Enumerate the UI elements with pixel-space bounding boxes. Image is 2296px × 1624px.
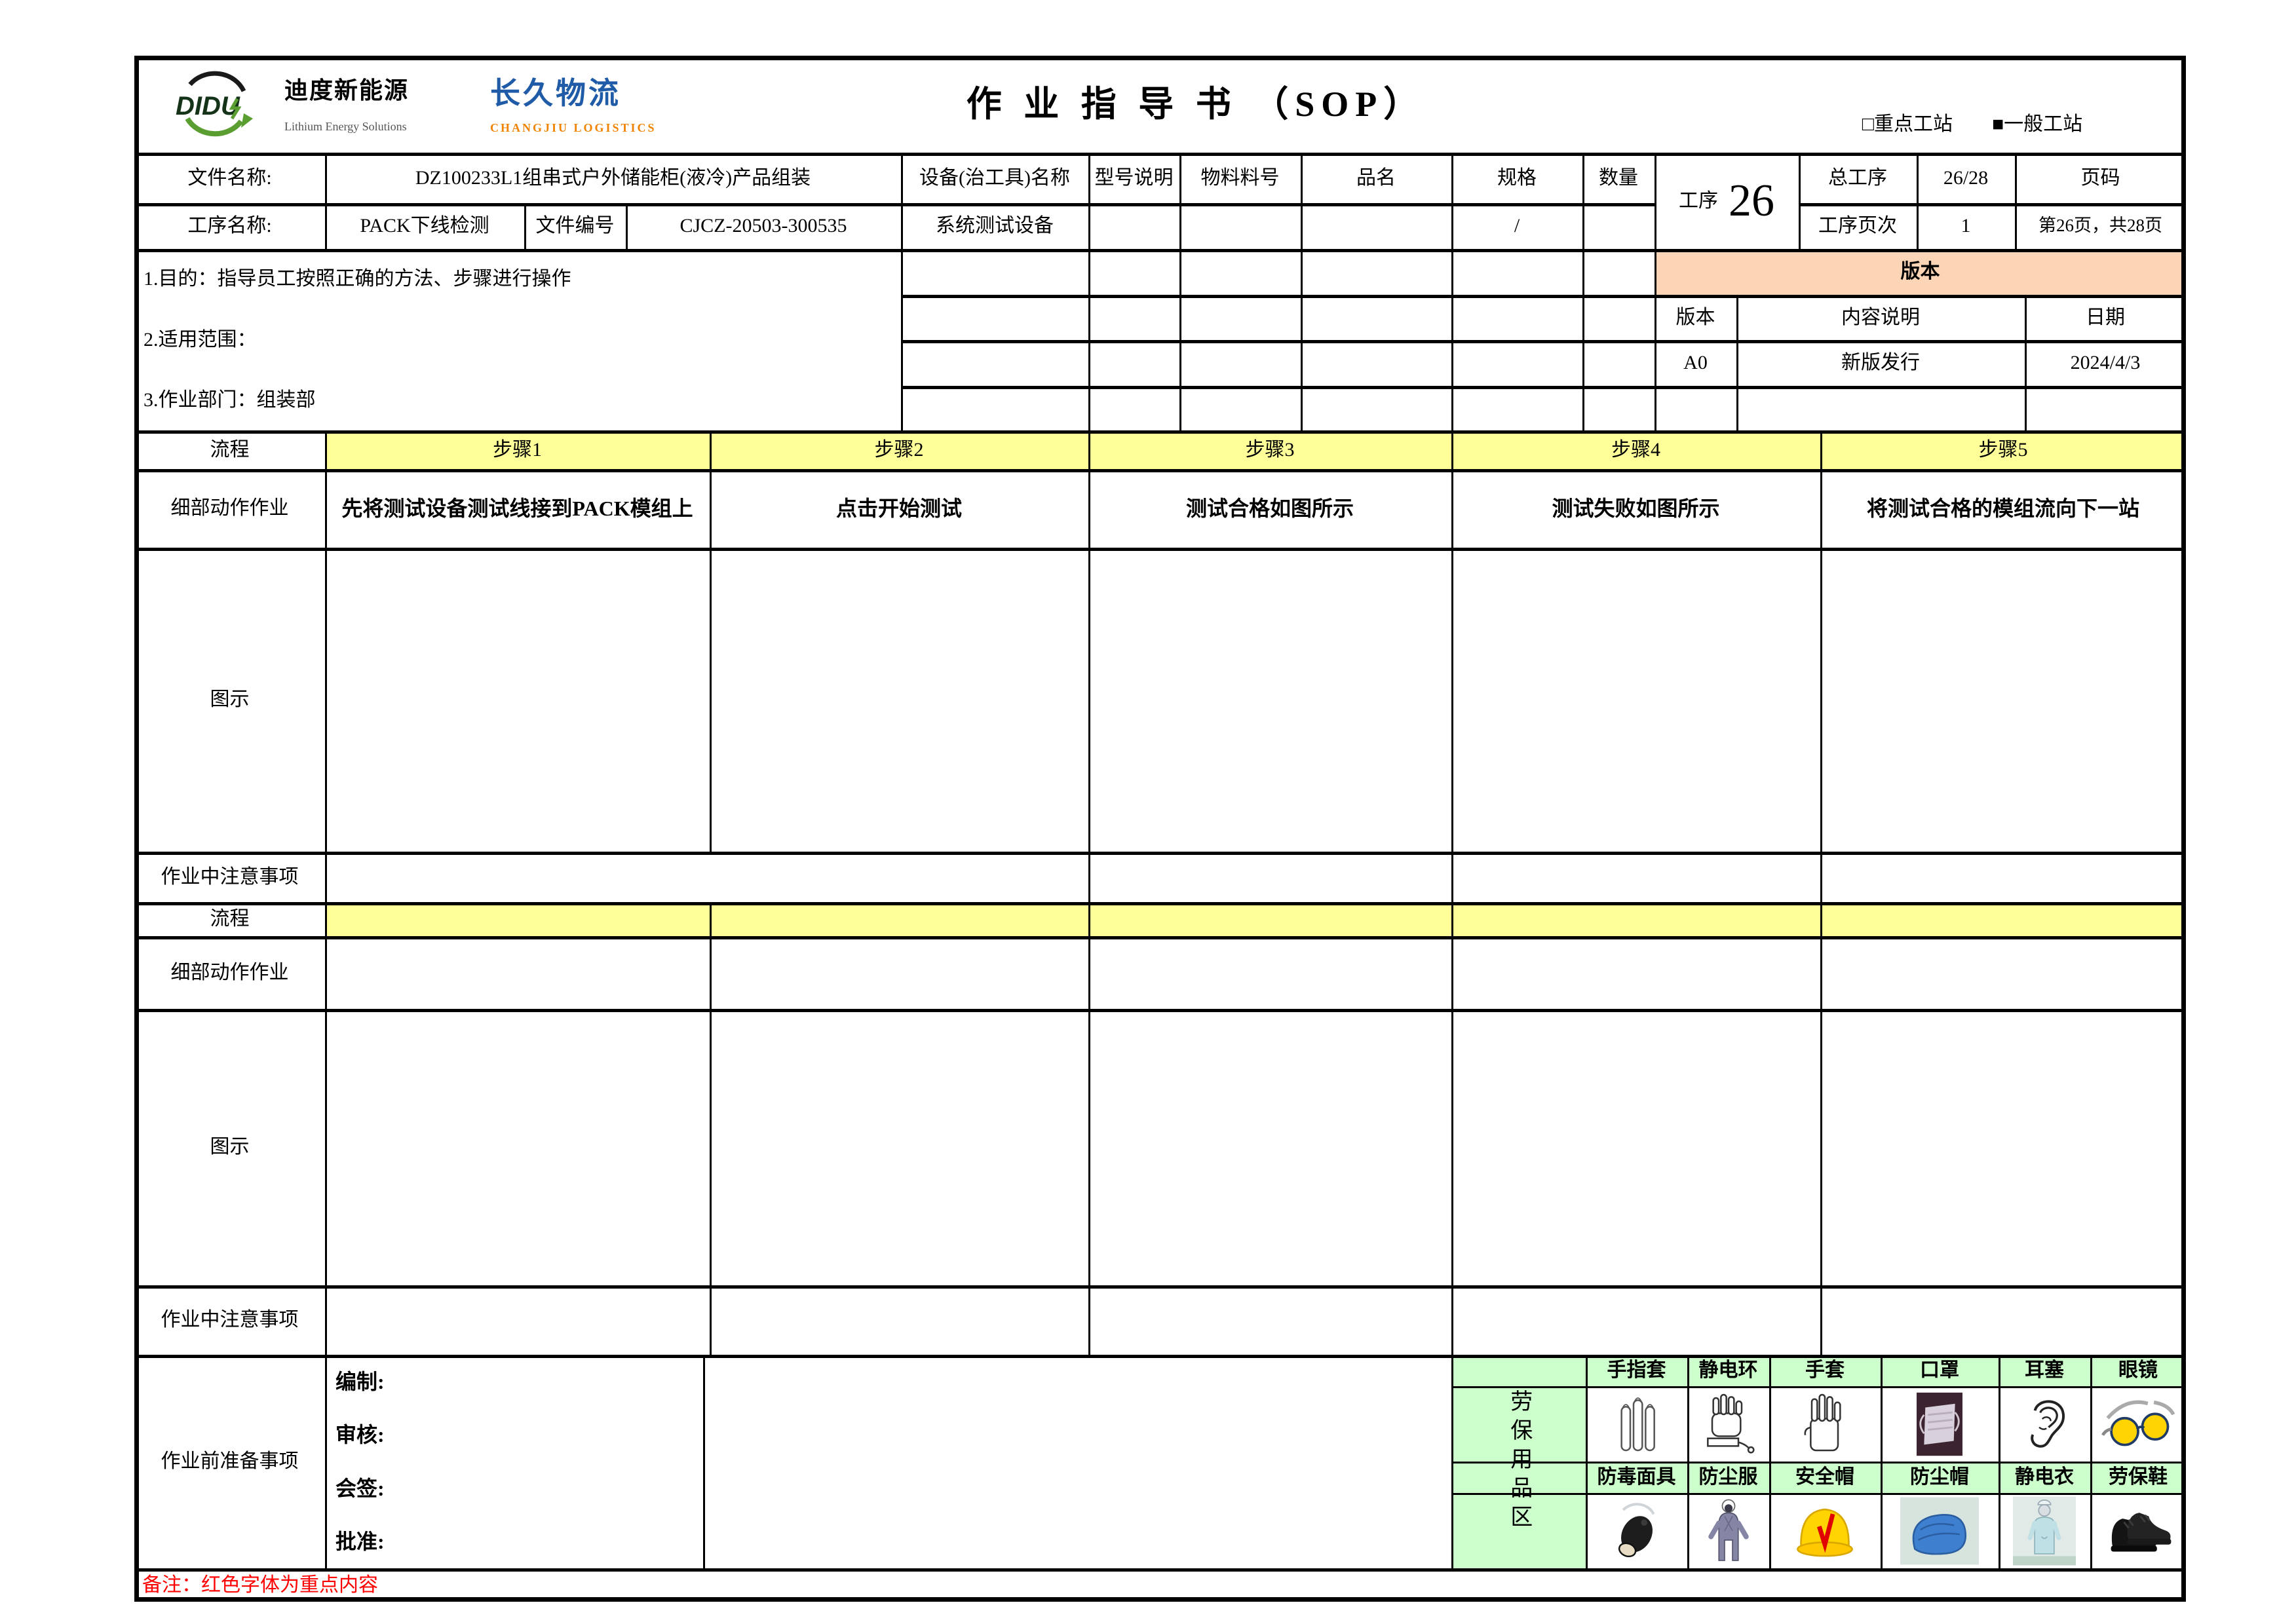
table-outer-border [134,56,2186,1602]
sop-sheet: DIDU 迪度新能源 Lithium Energy Solutions 长久物流… [0,0,2296,1624]
